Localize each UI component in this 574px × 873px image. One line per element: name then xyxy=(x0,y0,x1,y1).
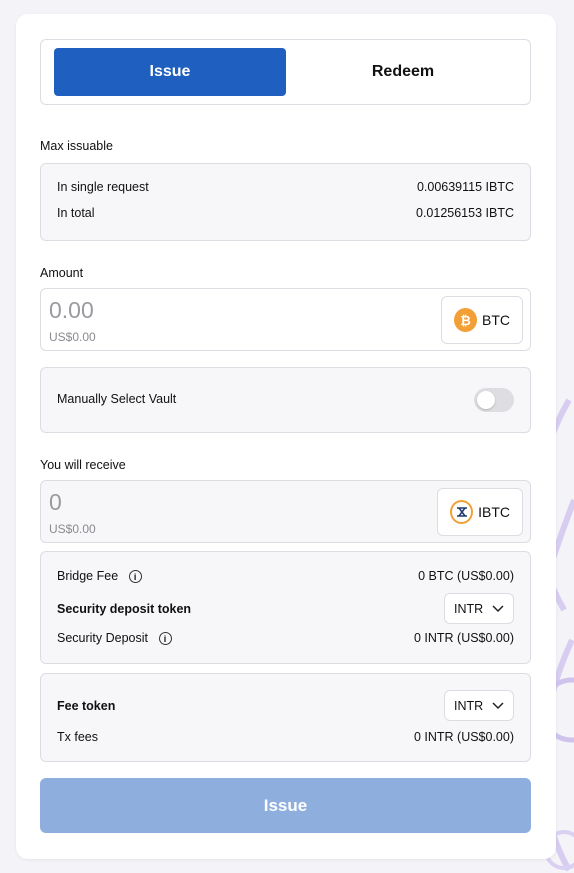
tx-fees-row: Tx fees 0 INTR (US$0.00) xyxy=(57,730,514,744)
fees-box: Bridge Fee i 0 BTC (US$0.00) Security de… xyxy=(40,551,531,664)
total-value: 0.01256153 IBTC xyxy=(416,206,514,220)
issue-submit-button[interactable]: Issue xyxy=(40,778,531,833)
receive-value: 0 xyxy=(49,489,62,515)
receive-field: 0 US$0.00 IBTC xyxy=(40,480,531,543)
tx-fees-label: Tx fees xyxy=(57,730,98,744)
security-deposit-label: Security Deposit xyxy=(57,631,149,645)
info-icon[interactable]: i xyxy=(158,632,172,646)
single-request-label: In single request xyxy=(57,180,149,194)
tab-switcher: Issue Redeem xyxy=(40,39,531,105)
amount-usd: US$0.00 xyxy=(49,330,96,344)
deposit-token-row: Security deposit token INTR xyxy=(57,593,514,624)
fee-token-value: INTR xyxy=(454,698,484,713)
fee-token-row: Fee token INTR xyxy=(57,690,514,721)
receive-label: You will receive xyxy=(40,458,126,472)
single-request-value: 0.00639115 IBTC xyxy=(416,180,514,194)
amount-input[interactable]: 0.00 US$0.00 ₿ BTC xyxy=(40,288,531,351)
fee-token-select[interactable]: INTR xyxy=(444,690,514,721)
amount-value[interactable]: 0.00 xyxy=(49,297,94,324)
manual-vault-box: Manually Select Vault xyxy=(40,367,531,433)
receive-token-button[interactable]: IBTC xyxy=(437,488,523,536)
single-request-row: In single request 0.00639115 IBTC xyxy=(57,180,514,194)
fee-token-label: Fee token xyxy=(57,698,116,713)
total-label: In total xyxy=(57,206,95,220)
chevron-down-icon xyxy=(492,604,504,612)
tx-fees-box: Fee token INTR Tx fees 0 INTR (US$0.00) xyxy=(40,673,531,762)
ibtc-icon xyxy=(450,500,474,524)
bridge-fee-row: Bridge Fee i 0 BTC (US$0.00) xyxy=(57,569,514,584)
security-deposit-row: Security Deposit i 0 INTR (US$0.00) xyxy=(57,631,514,646)
deposit-token-select[interactable]: INTR xyxy=(444,593,514,624)
tab-issue[interactable]: Issue xyxy=(54,48,286,96)
bitcoin-icon: ₿ xyxy=(454,308,477,332)
bridge-fee-label: Bridge Fee xyxy=(57,569,119,583)
toggle-knob xyxy=(477,391,495,409)
info-icon[interactable]: i xyxy=(128,570,142,584)
manual-vault-label: Manually Select Vault xyxy=(57,392,177,406)
amount-token-button[interactable]: ₿ BTC xyxy=(441,296,523,344)
receive-token-label: IBTC xyxy=(478,504,510,520)
amount-token-label: BTC xyxy=(482,312,510,328)
amount-label: Amount xyxy=(40,266,84,280)
manual-vault-toggle[interactable] xyxy=(474,388,514,412)
max-issuable-box: In single request 0.00639115 IBTC In tot… xyxy=(40,163,531,241)
security-deposit-value: 0 INTR (US$0.00) xyxy=(413,631,514,646)
chevron-down-icon xyxy=(492,701,504,709)
bridge-fee-value: 0 BTC (US$0.00) xyxy=(418,569,514,584)
tab-redeem[interactable]: Redeem xyxy=(287,48,519,96)
total-row: In total 0.01256153 IBTC xyxy=(57,206,514,220)
deposit-token-value: INTR xyxy=(454,601,484,616)
max-issuable-label: Max issuable xyxy=(40,139,113,153)
receive-usd: US$0.00 xyxy=(49,522,96,536)
manual-vault-row: Manually Select Vault xyxy=(57,392,460,406)
tx-fees-value: 0 INTR (US$0.00) xyxy=(413,730,514,744)
deposit-token-label: Security deposit token xyxy=(57,601,192,616)
issue-card: Issue Redeem Max issuable In single requ… xyxy=(16,14,556,859)
